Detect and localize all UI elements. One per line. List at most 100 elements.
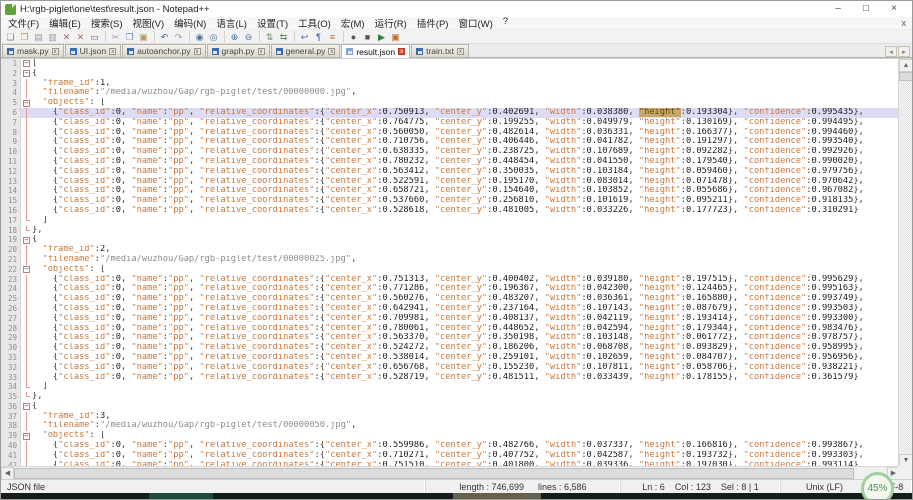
close-all-icon[interactable]: ✕ — [74, 31, 87, 43]
fold-margin[interactable]: − — [21, 98, 32, 108]
code-line[interactable]: 25 {"class_id":0, "name":"pp", "relative… — [1, 294, 900, 304]
minimize-button[interactable]: – — [824, 2, 852, 16]
vertical-scrollbar[interactable]: ▲ ▼ — [898, 59, 912, 467]
tab-close-icon[interactable]: x — [328, 48, 335, 55]
open-folder-icon[interactable]: ❒ — [18, 31, 31, 43]
tab-close-icon[interactable]: x — [194, 48, 201, 55]
fold-margin[interactable]: − — [21, 402, 32, 412]
scroll-left-icon[interactable]: ◀ — [1, 467, 14, 480]
tab-autoanchor.py[interactable]: autoanchor.pyx — [122, 44, 205, 57]
tab-close-icon[interactable]: x — [52, 48, 59, 55]
redo-icon[interactable]: ↷ — [172, 31, 185, 43]
tab-train.txt[interactable]: train.txtx — [411, 44, 469, 57]
code-line[interactable]: 30 {"class_id":0, "name":"pp", "relative… — [1, 343, 900, 353]
code-line[interactable]: 31 {"class_id":0, "name":"pp", "relative… — [1, 353, 900, 363]
status-eol-format[interactable]: Unix (LF) — [781, 480, 869, 493]
code-line[interactable]: 16 {"class_id":0, "name":"pp", "relative… — [1, 206, 900, 216]
tab-graph.py[interactable]: graph.pyx — [207, 44, 270, 57]
word-wrap-icon[interactable]: ↩ — [298, 31, 311, 43]
code-line[interactable]: 36−{ — [1, 402, 900, 412]
code-line[interactable]: 38 "filename":"/media/wuzhou/Gap/rgb-pig… — [1, 421, 900, 431]
fold-marker-icon[interactable]: − — [23, 403, 30, 410]
code-line[interactable]: 1−[ — [1, 59, 900, 69]
menu-item[interactable]: 运行(R) — [370, 16, 412, 30]
save-icon[interactable]: ▤ — [32, 31, 45, 43]
code-line[interactable]: 20 "frame_id":2, — [1, 245, 900, 255]
menu-item[interactable]: 编码(N) — [169, 16, 211, 30]
menu-item[interactable]: 插件(P) — [412, 16, 454, 30]
close-icon[interactable]: ✕ — [60, 31, 73, 43]
fold-margin[interactable]: − — [21, 265, 32, 275]
code-line[interactable]: 34 ] — [1, 382, 900, 392]
tab-mask.py[interactable]: mask.pyx — [2, 44, 64, 57]
paste-icon[interactable]: ▣ — [137, 31, 150, 43]
code-line[interactable]: 2−{ — [1, 69, 900, 79]
fold-margin[interactable]: − — [21, 235, 32, 245]
code-viewport[interactable]: 1−[2−{3 "frame_id":1,4 "filename":"/medi… — [1, 59, 900, 467]
code-line[interactable]: 4 "filename":"/media/wuzhou/Gap/rgb-pigl… — [1, 88, 900, 98]
menu-item[interactable]: 语言(L) — [211, 16, 252, 30]
code-line[interactable]: 24 {"class_id":0, "name":"pp", "relative… — [1, 284, 900, 294]
code-line[interactable]: 10 {"class_id":0, "name":"pp", "relative… — [1, 147, 900, 157]
menu-item[interactable]: 视图(V) — [127, 16, 169, 30]
cut-icon[interactable]: ✂ — [109, 31, 122, 43]
code-line[interactable]: 40 {"class_id":0, "name":"pp", "relative… — [1, 441, 900, 451]
tab-close-icon[interactable]: x — [258, 48, 265, 55]
code-line[interactable]: 17 ] — [1, 216, 900, 226]
code-line[interactable]: 27 {"class_id":0, "name":"pp", "relative… — [1, 314, 900, 324]
tab-scroll-left-icon[interactable]: ◂ — [885, 46, 897, 57]
code-line[interactable]: 32 {"class_id":0, "name":"pp", "relative… — [1, 363, 900, 373]
scroll-up-icon[interactable]: ▲ — [899, 59, 913, 72]
code-line[interactable]: 35}, — [1, 392, 900, 402]
code-line[interactable]: 3 "frame_id":1, — [1, 79, 900, 89]
fold-marker-icon[interactable]: − — [23, 70, 30, 77]
code-line[interactable]: 19−{ — [1, 235, 900, 245]
zoom-in-icon[interactable]: ⊕ — [228, 31, 241, 43]
fold-marker-icon[interactable]: − — [23, 266, 30, 273]
macro-play-icon[interactable]: ▶ — [375, 31, 388, 43]
code-line[interactable]: 22− "objects": [ — [1, 265, 900, 275]
code-line[interactable]: 5− "objects": [ — [1, 98, 900, 108]
menubar-close-icon[interactable]: x — [902, 18, 907, 28]
show-all-chars-icon[interactable]: ¶ — [312, 31, 325, 43]
code-line[interactable]: 6 {"class_id":0, "name":"pp", "relative_… — [1, 108, 900, 118]
code-line[interactable]: 33 {"class_id":0, "name":"pp", "relative… — [1, 373, 900, 383]
menu-item[interactable]: ? — [498, 16, 513, 30]
tab-close-icon[interactable]: x — [457, 48, 464, 55]
code-line[interactable]: 12 {"class_id":0, "name":"pp", "relative… — [1, 167, 900, 177]
find-icon[interactable]: ◉ — [193, 31, 206, 43]
menu-item[interactable]: 搜索(S) — [86, 16, 128, 30]
code-line[interactable]: 15 {"class_id":0, "name":"pp", "relative… — [1, 196, 900, 206]
horizontal-scroll-thumb[interactable] — [14, 468, 854, 479]
menu-item[interactable]: 文件(F) — [3, 16, 44, 30]
horizontal-scrollbar[interactable]: ◀ ▶ — [1, 466, 900, 479]
code-line[interactable]: 14 {"class_id":0, "name":"pp", "relative… — [1, 186, 900, 196]
menu-item[interactable]: 编辑(E) — [44, 16, 86, 30]
code-line[interactable]: 39− "objects": [ — [1, 431, 900, 441]
code-line[interactable]: 28 {"class_id":0, "name":"pp", "relative… — [1, 324, 900, 334]
menu-item[interactable]: 工具(O) — [293, 16, 336, 30]
code-line[interactable]: 26 {"class_id":0, "name":"pp", "relative… — [1, 304, 900, 314]
doc-monitor-icon[interactable]: ▣ — [389, 31, 402, 43]
save-all-icon[interactable]: ▥ — [46, 31, 59, 43]
tab-scroll-right-icon[interactable]: ▸ — [898, 46, 910, 57]
fold-margin[interactable]: − — [21, 69, 32, 79]
code-line[interactable]: 18}, — [1, 226, 900, 236]
code-line[interactable]: 23 {"class_id":0, "name":"pp", "relative… — [1, 275, 900, 285]
code-line[interactable]: 29 {"class_id":0, "name":"pp", "relative… — [1, 333, 900, 343]
sync-vertical-icon[interactable]: ⇅ — [263, 31, 276, 43]
print-icon[interactable]: ▭ — [88, 31, 101, 43]
code-line[interactable]: 37 "frame_id":3, — [1, 412, 900, 422]
fold-margin[interactable]: − — [21, 431, 32, 441]
new-file-icon[interactable]: ❏ — [4, 31, 17, 43]
tab-result.json[interactable]: result.jsonx — [341, 44, 410, 58]
code-line[interactable]: 41 {"class_id":0, "name":"pp", "relative… — [1, 451, 900, 461]
code-line[interactable]: 8 {"class_id":0, "name":"pp", "relative_… — [1, 128, 900, 138]
tab-close-icon[interactable]: x — [109, 48, 116, 55]
maximize-button[interactable]: □ — [852, 2, 880, 16]
fold-margin[interactable]: − — [21, 59, 32, 69]
zoom-out-icon[interactable]: ⊖ — [242, 31, 255, 43]
editor-area[interactable]: 1−[2−{3 "frame_id":1,4 "filename":"/medi… — [1, 58, 912, 479]
fold-marker-icon[interactable]: − — [23, 100, 30, 107]
replace-icon[interactable]: ◎ — [207, 31, 220, 43]
